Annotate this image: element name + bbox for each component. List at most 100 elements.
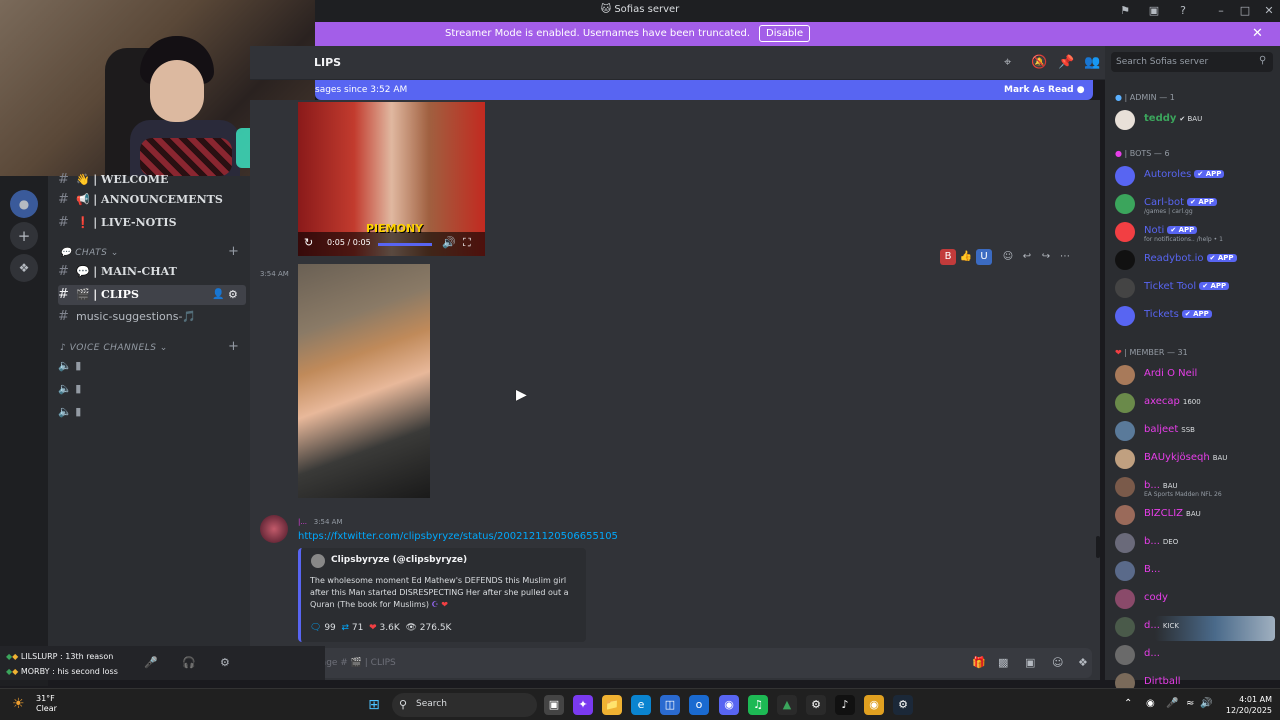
video-attachment[interactable]: PIEMONY ↻ 0:05 / 0:05 🔊 ⛶ — [298, 102, 485, 256]
tray-chevron-icon[interactable]: ⌃ — [1124, 698, 1132, 709]
chat-scrollbar[interactable] — [1096, 536, 1100, 558]
invite-icon[interactable]: 👤 — [212, 285, 224, 305]
reaction-u-icon[interactable]: U — [976, 249, 992, 265]
new-messages-bar[interactable]: sages since 3:52 AM Mark As Read ● — [315, 80, 1093, 100]
headphones-icon[interactable]: 🎧 — [182, 656, 196, 669]
channel-announcements[interactable]: # 📢 | ANNOUNCEMENTS — [58, 190, 246, 210]
weather-widget[interactable]: 31°F Clear — [36, 694, 57, 714]
settings-gear-icon[interactable]: ⚙ — [228, 285, 238, 305]
voice-channel-3[interactable]: 🔈 ▮ — [58, 402, 246, 422]
channel-live-notis[interactable]: # ❗ | LIVE-NOTIS — [58, 213, 246, 233]
member-bot[interactable]: Carl-bot ✔ APP/games | carl.gg — [1115, 192, 1275, 216]
discover-icon[interactable]: ❖ — [10, 254, 38, 282]
reaction-b-icon[interactable]: B — [940, 249, 956, 265]
member-row[interactable]: Ardi O Neil — [1115, 363, 1275, 387]
volume-icon[interactable]: 🔊 — [1200, 698, 1212, 709]
maximize-icon[interactable]: □ — [1238, 4, 1252, 18]
member-bot[interactable]: Tickets ✔ APP — [1115, 304, 1275, 328]
replay-icon[interactable]: ↻ — [304, 236, 313, 249]
inbox-icon[interactable]: ⚑ — [1118, 4, 1132, 18]
voice-channel-1[interactable]: 🔈 ▮ — [58, 356, 246, 376]
add-server-icon[interactable]: + — [10, 222, 38, 250]
app-icon[interactable]: ▲ — [777, 695, 797, 715]
reply-icon[interactable]: ↩ — [1019, 249, 1035, 265]
image-attachment[interactable] — [298, 264, 430, 498]
thumbs-up-icon[interactable]: 👍 — [958, 249, 974, 265]
member-row[interactable]: b... DEO — [1115, 531, 1275, 555]
forward-icon[interactable]: ↪ — [1038, 249, 1054, 265]
category-voice[interactable]: ♪ VOICE CHANNELS ⌄ — [60, 343, 168, 353]
tiktok-icon[interactable]: ♪ — [835, 695, 855, 715]
apps-icon[interactable]: ❖ — [1078, 656, 1088, 669]
edge-icon[interactable]: e — [631, 695, 651, 715]
add-reaction-icon[interactable]: ☺ — [1000, 249, 1016, 265]
mark-as-read-button[interactable]: Mark As Read ● — [1004, 85, 1085, 95]
taskbar-search[interactable]: ⚲ Search — [392, 693, 537, 717]
member-row[interactable]: cody — [1115, 587, 1275, 611]
help-icon[interactable]: ? — [1176, 4, 1190, 18]
category-chats[interactable]: 💬 CHATS ⌄ — [60, 248, 119, 258]
volume-icon[interactable]: 🔊 — [442, 236, 456, 249]
member-row[interactable]: d... KICK — [1115, 615, 1275, 639]
member-bot[interactable]: Autoroles ✔ APP — [1115, 164, 1275, 188]
pin-icon[interactable]: 📌 — [1058, 55, 1074, 70]
screen-icon[interactable]: ▣ — [1147, 4, 1161, 18]
message-link[interactable]: https://fxtwitter.com/clipsbyryze/status… — [298, 531, 618, 542]
channel-main-chat[interactable]: # 💬 | MAIN-CHAT — [58, 262, 246, 282]
member-row[interactable]: d... — [1115, 643, 1275, 667]
channel-music-suggestions[interactable]: # music-suggestions-🎵 — [58, 307, 246, 327]
add-voice-channel-icon[interactable]: + — [228, 339, 239, 354]
message-input[interactable]: + Message # 🎬 | CLIPS 🎁 ▩ ▣ ☺ ❖ — [258, 648, 1092, 678]
user-settings-icon[interactable]: ⚙ — [220, 656, 230, 669]
store-icon[interactable]: ◫ — [660, 695, 680, 715]
add-channel-icon[interactable]: + — [228, 244, 239, 259]
file-explorer-icon[interactable]: 📁 — [602, 695, 622, 715]
member-row[interactable]: B... — [1115, 559, 1275, 583]
video-progress[interactable] — [378, 243, 432, 246]
steam-icon[interactable]: ⚙ — [893, 695, 913, 715]
mute-icon[interactable]: 🔕 — [1031, 55, 1047, 70]
channel-clips[interactable]: # 🎬 | CLIPS 👤 ⚙ — [58, 285, 246, 305]
emoji-icon[interactable]: ☺ — [1052, 656, 1063, 669]
member-bot[interactable]: Readybot.io ✔ APP — [1115, 248, 1275, 272]
channel-welcome[interactable]: # 👋 | WELCOME — [58, 170, 246, 190]
minimize-icon[interactable]: – — [1214, 4, 1228, 18]
disable-button[interactable]: Disable — [759, 25, 811, 42]
spotify-icon[interactable]: ♫ — [748, 695, 768, 715]
member-bot[interactable]: Ticket Tool ✔ APP — [1115, 276, 1275, 300]
sticker-icon[interactable]: ▣ — [1025, 656, 1035, 669]
avatar[interactable] — [260, 515, 288, 543]
member-row[interactable]: axecap 1600 — [1115, 391, 1275, 415]
member-row[interactable]: b... BAU EA Sports Madden NFL 26 — [1115, 475, 1275, 499]
tray-mic-icon[interactable]: 🎤 — [1166, 698, 1178, 709]
microphone-icon[interactable]: 🎤 — [144, 656, 158, 669]
threads-icon[interactable]: ⌖ — [1004, 55, 1011, 70]
member-row[interactable]: BIZCLIZ BAU — [1115, 503, 1275, 527]
outlook-icon[interactable]: o — [689, 695, 709, 715]
app-icon[interactable]: ⚙ — [806, 695, 826, 715]
embed-author[interactable]: Clipsbyryze (@clipsbyryze) — [331, 555, 467, 565]
voice-channel-2[interactable]: 🔈 ▮ — [58, 379, 246, 399]
member-bot[interactable]: Noti ✔ APP for notifications.. /help • 1 — [1115, 220, 1275, 244]
banner-close-icon[interactable]: ✕ — [1252, 26, 1263, 41]
fullscreen-icon[interactable]: ⛶ — [463, 236, 471, 250]
discord-icon[interactable]: ◉ — [719, 695, 739, 715]
server-icon-sofias[interactable]: ● — [10, 190, 38, 218]
copilot-icon[interactable]: ✦ — [573, 695, 593, 715]
member-row[interactable]: BAUykjöseqh BAU — [1115, 447, 1275, 471]
chrome-icon[interactable]: ◉ — [864, 695, 884, 715]
tray-app-icon[interactable]: ◉ — [1146, 698, 1155, 709]
more-icon[interactable]: ⋯ — [1057, 249, 1073, 265]
taskbar-clock[interactable]: 4:01 AM 12/20/2025 — [1212, 694, 1272, 716]
gift-icon[interactable]: 🎁 — [972, 656, 986, 669]
search-input[interactable]: Search Sofias server ⚲ — [1111, 52, 1273, 72]
start-icon[interactable]: ⊞ — [364, 695, 384, 715]
message-author[interactable]: |... — [298, 518, 307, 526]
wifi-icon[interactable]: ≈ — [1186, 698, 1194, 709]
member-row[interactable]: baljeet SSB — [1115, 419, 1275, 443]
task-view-icon[interactable]: ▣ — [544, 695, 564, 715]
member-list-icon[interactable]: 👥 — [1084, 55, 1100, 70]
member-teddy[interactable]: teddy ✔ BAU — [1115, 108, 1275, 132]
gif-icon[interactable]: ▩ — [998, 656, 1008, 669]
close-window-icon[interactable]: ✕ — [1262, 4, 1276, 18]
